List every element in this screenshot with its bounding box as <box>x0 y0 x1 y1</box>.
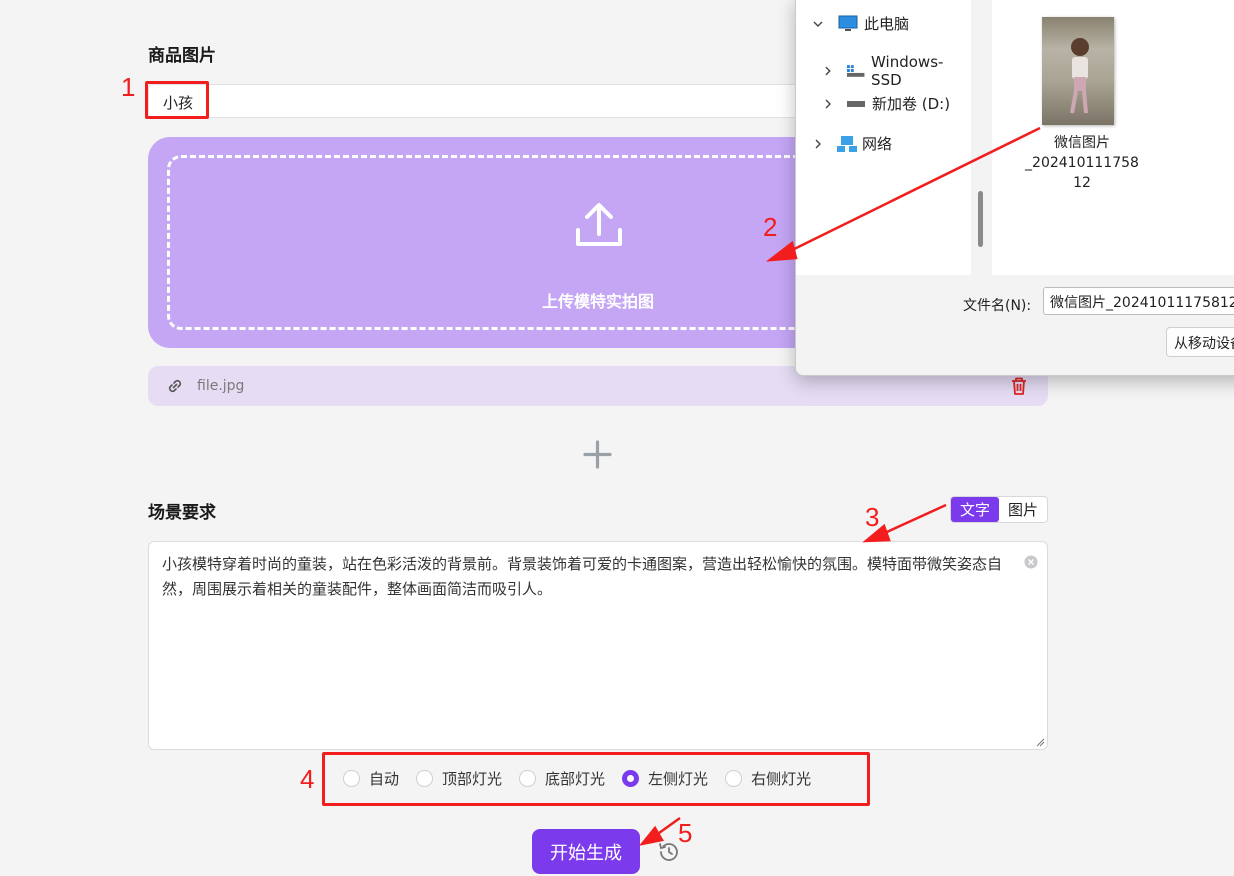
annotation-box-1 <box>145 81 209 119</box>
tab-image[interactable]: 图片 <box>999 497 1047 522</box>
tree-item-drive-d[interactable]: 新加卷 (D:) <box>822 93 950 114</box>
annotation-number-5: 5 <box>678 818 693 848</box>
tree-label: 网络 <box>862 135 893 153</box>
file-list: 微信图片 _202410111758 12 <box>992 0 1234 275</box>
scene-mode-toggle: 文字 图片 <box>950 496 1048 523</box>
tree-item-network[interactable]: 网络 <box>812 133 892 154</box>
tab-text[interactable]: 文字 <box>951 497 999 522</box>
annotation-number-3: 3 <box>865 502 880 532</box>
tree-item-drive-c[interactable]: Windows-SSD <box>822 53 971 89</box>
scene-description-textarea[interactable]: 小孩模特穿着时尚的童装，站在色彩活泼的背景前。背景装饰着可爱的卡通图案，营造出轻… <box>148 541 1048 750</box>
filename-label: 文件名(N): <box>963 298 1032 314</box>
link-icon <box>168 379 182 393</box>
annotation-arrow-3 <box>875 503 947 539</box>
scene-title: 场景要求 <box>148 503 216 523</box>
computer-icon <box>838 15 858 31</box>
windows-drive-icon <box>846 65 865 77</box>
generate-button[interactable]: 开始生成 <box>532 829 640 874</box>
chevron-right-icon[interactable] <box>812 138 824 150</box>
photo-thumbnail <box>1042 17 1114 125</box>
annotation-number-2: 2 <box>763 212 778 242</box>
filename-input[interactable]: 微信图片_20241011175812 <box>1043 287 1234 315</box>
folder-tree: 此电脑 Windows-SSD 新加卷 (D:) 网络 <box>796 0 983 275</box>
drive-icon <box>847 100 865 107</box>
upload-icon <box>576 203 622 246</box>
tree-label: 此电脑 <box>864 15 910 33</box>
annotation-arrow-5 <box>651 816 681 840</box>
annotation-box-4 <box>322 752 870 806</box>
file-item-name: 微信图片 _202410111758 12 <box>1025 135 1139 191</box>
from-mobile-button[interactable]: 从移动设备 <box>1166 327 1234 357</box>
scrollbar-thumb[interactable] <box>978 191 983 247</box>
child-photo-icon <box>1070 38 1089 114</box>
tree-label: 新加卷 (D:) <box>872 95 951 113</box>
tree-label: Windows-SSD <box>871 53 944 89</box>
tree-item-this-pc[interactable]: 此电脑 <box>812 13 909 34</box>
trash-icon[interactable] <box>1010 376 1028 396</box>
file-open-dialog: 此电脑 Windows-SSD 新加卷 (D:) 网络 微信图片 _202410… <box>795 0 1234 376</box>
chevron-right-icon[interactable] <box>822 65 834 77</box>
add-icon[interactable] <box>583 440 612 469</box>
file-name: file.jpg <box>197 378 245 394</box>
chevron-down-icon[interactable] <box>812 18 824 30</box>
product-image-title: 商品图片 <box>148 46 216 66</box>
annotation-number-1: 1 <box>121 72 136 102</box>
resize-handle-icon[interactable] <box>1036 738 1045 747</box>
network-icon <box>837 135 857 152</box>
clear-icon[interactable] <box>1024 555 1038 569</box>
chevron-right-icon[interactable] <box>822 98 834 110</box>
annotation-number-4: 4 <box>300 764 315 794</box>
